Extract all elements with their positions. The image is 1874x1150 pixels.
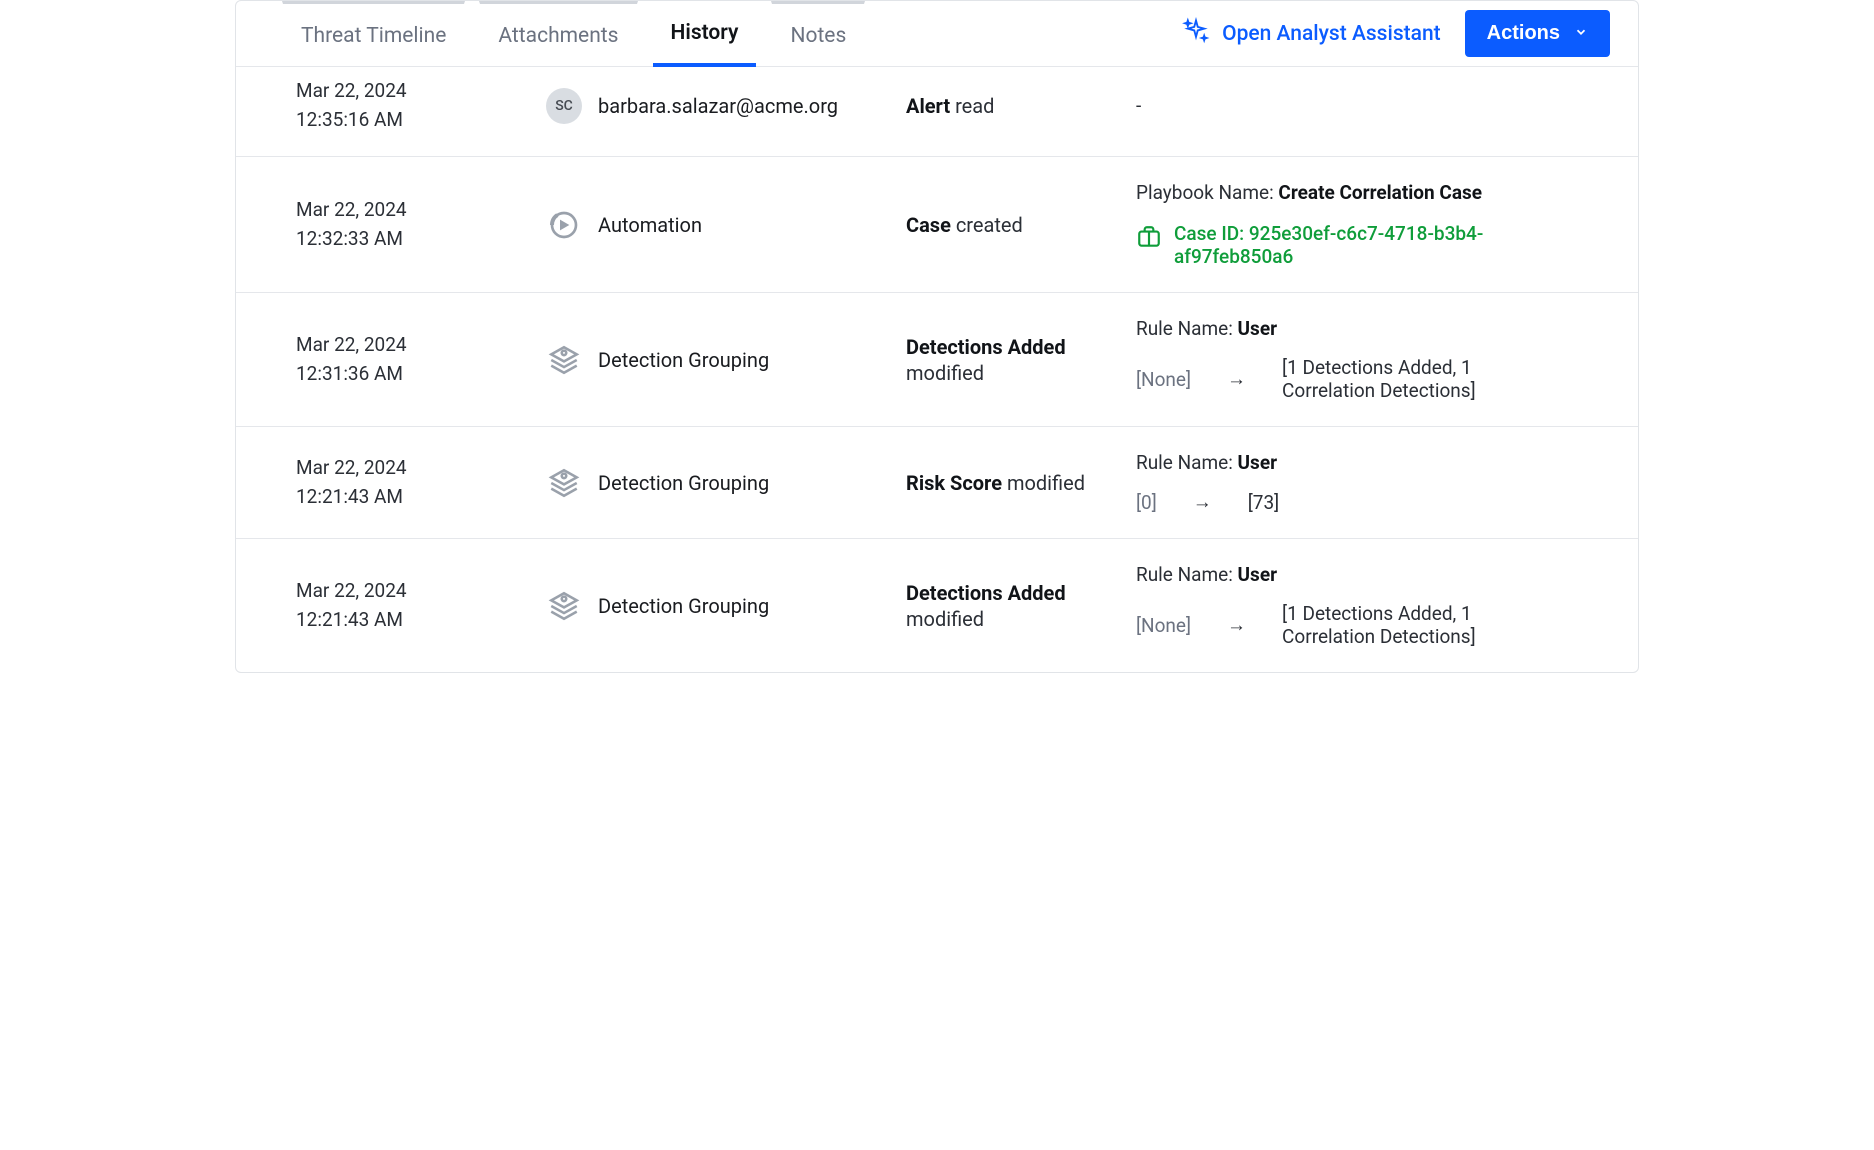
row-details: Rule Name: User [0] → [73]	[1136, 451, 1610, 514]
change-from: [None]	[1136, 614, 1191, 637]
tabs: Threat Timeline Attachments History Note…	[236, 1, 865, 66]
row-actor: Detection Grouping	[546, 588, 906, 624]
row-actor: Detection Grouping	[546, 342, 906, 378]
avatar: SC	[546, 88, 582, 124]
open-analyst-assistant-link[interactable]: Open Analyst Assistant	[1182, 17, 1441, 51]
tab-threat-timeline[interactable]: Threat Timeline	[282, 1, 465, 66]
row-timestamp: Mar 22, 2024 12:35:16 AM	[296, 77, 546, 134]
history-row: Mar 22, 2024 12:35:16 AM SC barbara.sala…	[236, 67, 1638, 157]
briefcase-icon	[1136, 224, 1162, 255]
arrow-right-icon: →	[1227, 367, 1246, 391]
tab-notes[interactable]: Notes	[771, 1, 865, 66]
case-id-link[interactable]: Case ID: 925e30ef-c6c7-4718-b3b4-af97feb…	[1174, 222, 1554, 268]
arrow-right-icon: →	[1227, 613, 1246, 637]
row-details: Rule Name: User [None] → [1 Detections A…	[1136, 317, 1610, 402]
history-rows: Mar 22, 2024 12:35:16 AM SC barbara.sala…	[236, 67, 1638, 672]
row-timestamp: Mar 22, 2024 12:21:43 AM	[296, 454, 546, 511]
history-row: Mar 22, 2024 12:21:43 AM Detection Group…	[236, 539, 1638, 672]
stack-icon	[546, 588, 582, 624]
change-to: [1 Detections Added, 1 Correlation Detec…	[1282, 356, 1502, 402]
row-actor: Detection Grouping	[546, 465, 906, 501]
stack-icon	[546, 465, 582, 501]
row-event: Risk Score modified	[906, 471, 1136, 495]
row-event: Detections Added modified	[906, 581, 1136, 631]
row-details: -	[1136, 94, 1610, 117]
change-to: [1 Detections Added, 1 Correlation Detec…	[1282, 602, 1502, 648]
actor-name: Detection Grouping	[598, 348, 769, 372]
actor-name: Detection Grouping	[598, 594, 769, 618]
stack-icon	[546, 342, 582, 378]
change-from: [None]	[1136, 368, 1191, 391]
row-event: Case created	[906, 213, 1136, 237]
row-details: Rule Name: User [None] → [1 Detections A…	[1136, 563, 1610, 648]
actor-name: Automation	[598, 213, 702, 237]
actions-label: Actions	[1487, 22, 1560, 45]
row-event: Alert read	[906, 94, 1136, 118]
arrow-right-icon: →	[1193, 490, 1212, 514]
actions-button[interactable]: Actions	[1465, 10, 1610, 57]
row-timestamp: Mar 22, 2024 12:31:36 AM	[296, 331, 546, 388]
assistant-label: Open Analyst Assistant	[1222, 22, 1441, 46]
history-panel: Threat Timeline Attachments History Note…	[235, 0, 1639, 673]
topbar-actions: Open Analyst Assistant Actions	[1182, 10, 1610, 57]
history-row: Mar 22, 2024 12:21:43 AM Detection Group…	[236, 427, 1638, 539]
row-event: Detections Added modified	[906, 335, 1136, 385]
automation-icon	[546, 207, 582, 243]
row-actor: SC barbara.salazar@acme.org	[546, 88, 906, 124]
row-timestamp: Mar 22, 2024 12:21:43 AM	[296, 577, 546, 634]
sparkle-icon	[1182, 17, 1210, 51]
change-from: [0]	[1136, 491, 1157, 514]
row-timestamp: Mar 22, 2024 12:32:33 AM	[296, 196, 546, 253]
change-to: [73]	[1248, 491, 1279, 514]
tab-attachments[interactable]: Attachments	[479, 1, 637, 66]
chevron-down-icon	[1574, 22, 1588, 45]
row-actor: Automation	[546, 207, 906, 243]
actor-name: barbara.salazar@acme.org	[598, 94, 838, 118]
topbar: Threat Timeline Attachments History Note…	[236, 1, 1638, 67]
history-row: Mar 22, 2024 12:32:33 AM Automation Case…	[236, 157, 1638, 293]
actor-name: Detection Grouping	[598, 471, 769, 495]
row-details: Playbook Name: Create Correlation Case C…	[1136, 181, 1610, 268]
history-row: Mar 22, 2024 12:31:36 AM Detection Group…	[236, 293, 1638, 427]
tab-history[interactable]: History	[652, 1, 758, 66]
